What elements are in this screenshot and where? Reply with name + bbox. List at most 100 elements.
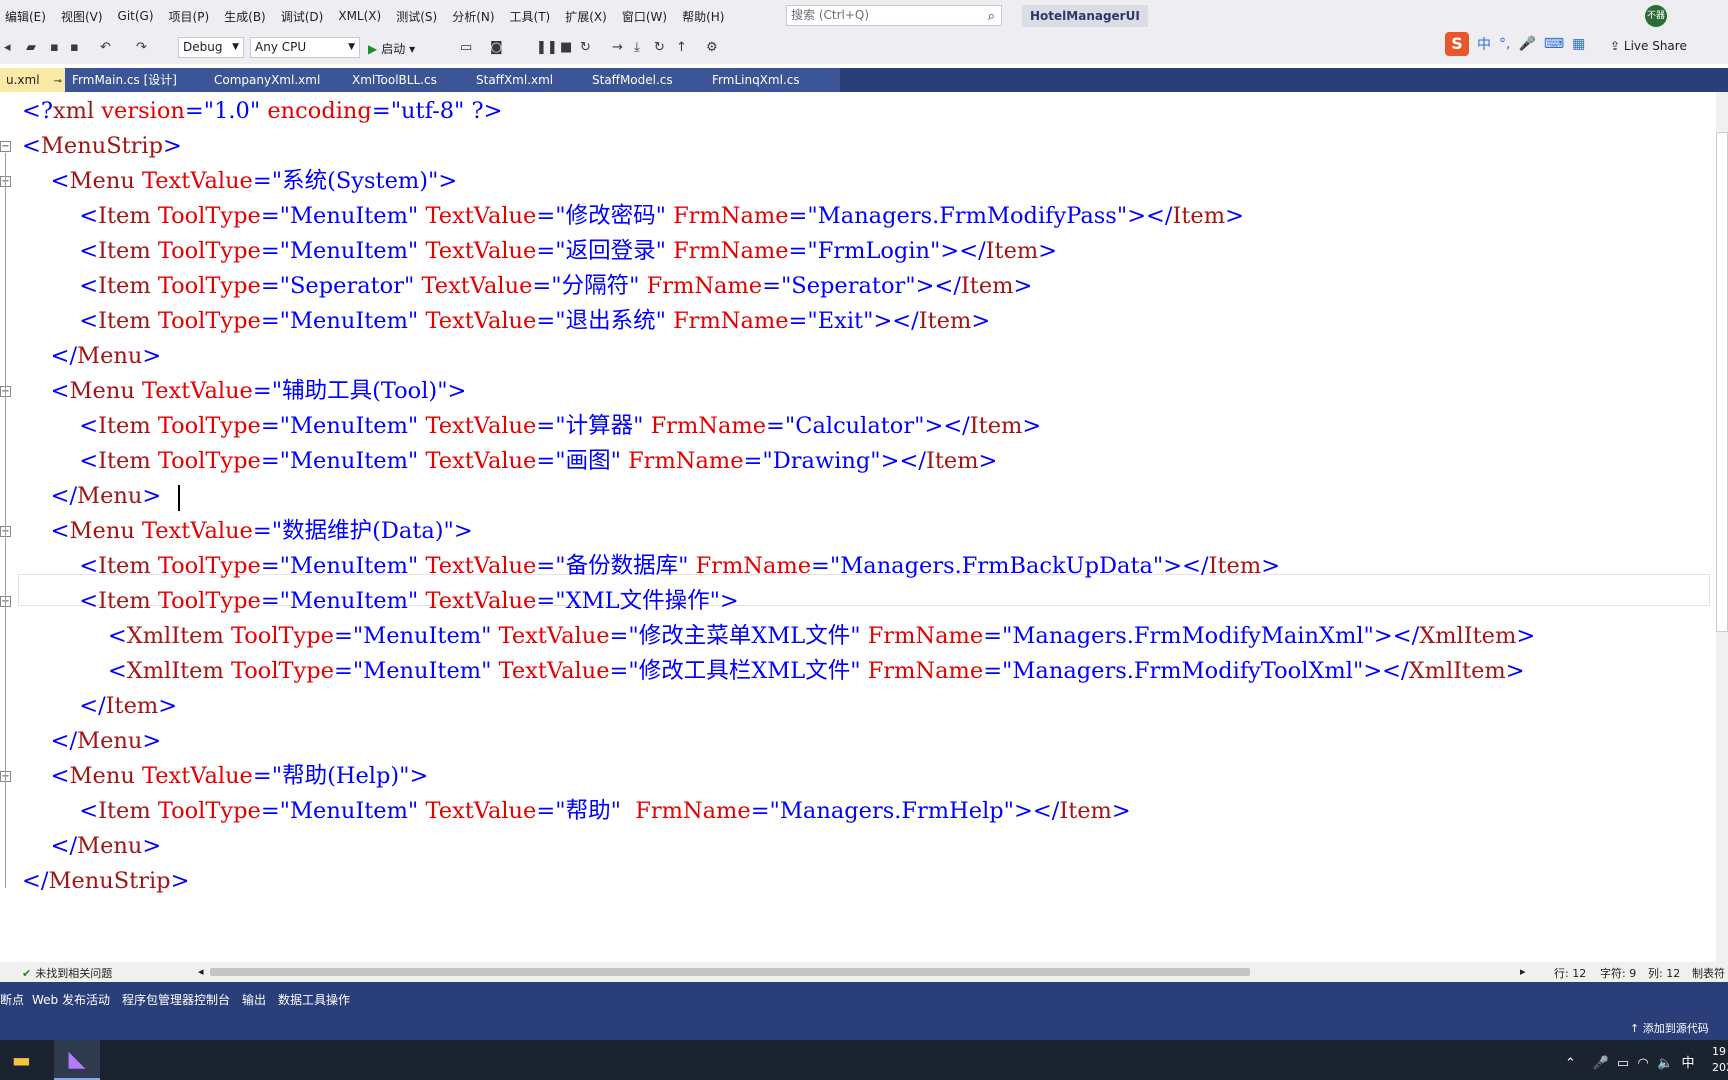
code-line[interactable]: <XmlItem ToolType="MenuItem" TextValue="… — [22, 654, 1525, 689]
code-line[interactable]: <Menu TextValue="系统(System)"> — [22, 164, 458, 199]
line-number[interactable]: 行: 12 — [1554, 965, 1586, 981]
platform-select[interactable]: Any CPU ▼ — [250, 37, 360, 58]
collapse-toggle[interactable]: − — [0, 141, 11, 152]
pin-icon[interactable]: ⊸ — [54, 76, 62, 87]
restart-icon[interactable]: ↻ — [580, 40, 591, 55]
live-share-button[interactable]: ⇪ Live Share — [1610, 39, 1687, 53]
code-line[interactable]: </Item> — [22, 689, 177, 724]
code-line[interactable]: <Item ToolType="MenuItem" TextValue="退出系… — [22, 304, 990, 339]
menu-item[interactable]: 分析(N) — [447, 8, 504, 25]
document-tab[interactable]: u.xml⊸✕ — [0, 68, 66, 92]
code-line[interactable]: </MenuStrip> — [22, 864, 189, 899]
pause-icon[interactable]: ❚❚ — [536, 40, 558, 55]
file-explorer-icon[interactable]: ▬ — [12, 1048, 40, 1072]
step-back-icon[interactable]: ↑ — [676, 40, 687, 55]
code-line[interactable]: <Item ToolType="Seperator" TextValue="分隔… — [22, 269, 1032, 304]
save-icon[interactable]: ▪ — [50, 40, 59, 55]
code-line[interactable]: </Menu> — [22, 339, 162, 374]
code-line[interactable]: <Item ToolType="MenuItem" TextValue="修改密… — [22, 199, 1244, 234]
code-line[interactable]: </Menu> — [22, 829, 162, 864]
battery-icon[interactable]: ▭ — [1617, 1056, 1629, 1071]
code-line[interactable]: <Menu TextValue="帮助(Help)"> — [22, 759, 429, 794]
start-button[interactable]: ▶ 启动 ▾ — [368, 40, 415, 57]
tool-window-tab[interactable]: Web 发布活动 — [32, 991, 110, 1008]
menu-item[interactable]: 视图(V) — [56, 8, 113, 25]
step-over-icon[interactable]: ⤓ — [634, 40, 640, 55]
config-select[interactable]: Debug ▼ — [178, 37, 244, 58]
menu-item[interactable]: 窗口(W) — [617, 8, 677, 25]
save-all-icon[interactable]: ▪ — [70, 40, 79, 55]
back-icon[interactable]: ◂ — [4, 40, 11, 55]
tool-window-tab[interactable]: 断点 — [0, 991, 24, 1008]
user-avatar[interactable]: 不器 — [1645, 5, 1667, 27]
redo-icon[interactable]: ↷ — [136, 40, 147, 55]
document-tab[interactable]: XmlToolBLL.cs — [346, 68, 470, 92]
volume-icon[interactable]: 🔈 — [1657, 1056, 1673, 1071]
code-line[interactable]: <Item ToolType="MenuItem" TextValue="备份数… — [22, 549, 1280, 584]
microphone-icon[interactable]: 🎤 — [1518, 36, 1535, 52]
scroll-left-icon[interactable]: ◂ — [198, 965, 204, 978]
issues-indicator[interactable]: ✔ 未找到相关问题 — [22, 965, 112, 981]
network-icon[interactable]: ◠ — [1637, 1056, 1648, 1071]
tab-mode[interactable]: 制表符 — [1692, 965, 1725, 981]
tool-window-tab[interactable]: 输出 — [242, 991, 266, 1008]
menu-item[interactable]: XML(X) — [333, 9, 391, 23]
document-tab[interactable]: FrmMain.cs [设计] — [66, 68, 208, 92]
punctuation-icon[interactable]: °, — [1499, 36, 1510, 52]
char-number[interactable]: 字符: 9 — [1600, 965, 1636, 981]
code-line[interactable]: <Menu TextValue="数据维护(Data)"> — [22, 514, 473, 549]
clock[interactable]: 19 2021 — [1712, 1044, 1728, 1076]
menu-item[interactable]: 项目(P) — [164, 8, 220, 25]
step-into-icon[interactable]: → — [612, 40, 623, 55]
menu-item[interactable]: 扩展(X) — [560, 8, 617, 25]
step-out-icon[interactable]: ↻ — [654, 40, 665, 55]
add-to-source-control[interactable]: ↑ 添加到源代码 — [1630, 1020, 1709, 1036]
scroll-thumb[interactable] — [1716, 132, 1728, 632]
code-line[interactable]: <?xml version="1.0" encoding="utf-8" ?> — [22, 94, 502, 129]
extension-icon[interactable]: ⚙ — [706, 40, 718, 55]
code-line[interactable]: <Item ToolType="MenuItem" TextValue="帮助"… — [22, 794, 1131, 829]
menu-item[interactable]: 生成(B) — [219, 8, 276, 25]
vertical-scrollbar[interactable] — [1716, 92, 1728, 962]
stop-icon[interactable]: ■ — [560, 40, 572, 55]
menu-item[interactable]: 调试(D) — [276, 8, 334, 25]
ime-chinese[interactable]: 中 — [1477, 34, 1491, 54]
code-line[interactable]: <MenuStrip> — [22, 129, 182, 164]
undo-icon[interactable]: ↶ — [100, 40, 111, 55]
menu-item[interactable]: 测试(S) — [391, 8, 447, 25]
scroll-right-icon[interactable]: ▸ — [1520, 965, 1526, 978]
document-tab[interactable]: StaffModel.cs — [586, 68, 706, 92]
document-tab[interactable]: CompanyXml.xml — [208, 68, 346, 92]
menu-item[interactable]: Git(G) — [113, 9, 164, 23]
open-folder-icon[interactable]: ▰ — [26, 40, 36, 55]
menu-item[interactable]: 工具(T) — [505, 8, 561, 25]
code-line[interactable]: </Menu> — [22, 479, 162, 514]
tool-window-tab[interactable]: 数据工具操作 — [278, 991, 350, 1008]
keyboard-icon[interactable]: ⌨ — [1544, 36, 1564, 52]
visual-studio-icon[interactable]: ◣ — [54, 1040, 100, 1080]
code-line[interactable]: <Item ToolType="MenuItem" TextValue="返回登… — [22, 234, 1057, 269]
chevron-up-icon[interactable]: ⌃ — [1565, 1056, 1576, 1071]
document-tab[interactable]: StaffXml.xml — [470, 68, 586, 92]
document-tab[interactable]: FrmLinqXml.cs — [706, 68, 840, 92]
folder-icon[interactable]: ▭ — [460, 40, 472, 55]
code-line[interactable]: <XmlItem ToolType="MenuItem" TextValue="… — [22, 619, 1535, 654]
code-line[interactable]: <Item ToolType="MenuItem" TextValue="XML… — [22, 584, 739, 619]
grid-icon[interactable]: ▦ — [1572, 36, 1585, 52]
code-editor[interactable]: <?xml version="1.0" encoding="utf-8" ?> <… — [0, 92, 1716, 962]
code-line[interactable]: <Item ToolType="MenuItem" TextValue="计算器… — [22, 409, 1041, 444]
screenshot-icon[interactable]: ◙ — [490, 40, 503, 55]
code-line[interactable]: <Menu TextValue="辅助工具(Tool)"> — [22, 374, 467, 409]
search-input[interactable]: 搜索 (Ctrl+Q) — [791, 8, 869, 22]
menu-item[interactable]: 编辑(E) — [0, 8, 56, 25]
ime-indicator[interactable]: 中 — [1682, 1056, 1695, 1071]
menu-item[interactable]: 帮助(H) — [677, 8, 734, 25]
code-line[interactable]: <Item ToolType="MenuItem" TextValue="画图"… — [22, 444, 997, 479]
search-box[interactable]: 搜索 (Ctrl+Q) ⌕ — [786, 5, 1002, 26]
code-line[interactable]: </Menu> — [22, 724, 162, 759]
horizontal-scrollbar[interactable] — [210, 968, 1250, 976]
sogou-icon[interactable]: S — [1445, 32, 1469, 56]
tool-window-tab[interactable]: 程序包管理器控制台 — [122, 991, 230, 1008]
microphone-icon[interactable]: 🎤 — [1592, 1056, 1608, 1071]
column-number[interactable]: 列: 12 — [1648, 965, 1680, 981]
